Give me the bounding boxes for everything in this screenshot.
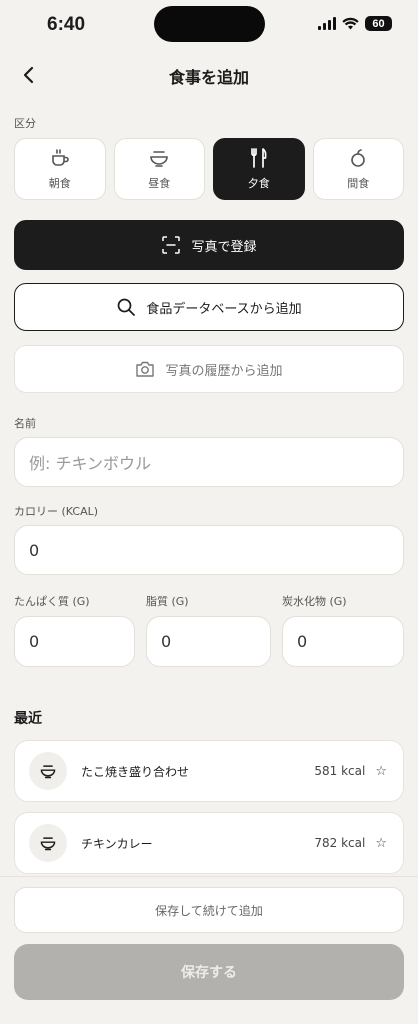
meal-option-breakfast[interactable]: 朝食 <box>14 138 106 200</box>
recent-item-name: たこ焼き盛り合わせ <box>81 764 190 779</box>
name-label: 名前 <box>14 417 36 430</box>
signal-icon <box>318 17 336 30</box>
food-database-button[interactable]: 食品データベースから追加 <box>14 283 404 331</box>
search-icon <box>117 298 136 316</box>
carb-label: 炭水化物 (G) <box>282 595 347 608</box>
bowl-icon <box>150 151 169 167</box>
recent-title: 最近 <box>14 711 42 727</box>
utensils-icon <box>250 148 267 168</box>
bowl-icon <box>40 765 56 779</box>
calorie-input[interactable]: 0 <box>14 525 404 575</box>
food-database-label: 食品データベースから追加 <box>146 301 302 317</box>
recent-item-icon <box>29 824 67 862</box>
wifi-icon <box>342 17 359 30</box>
recent-item-icon <box>29 752 67 790</box>
save-button[interactable]: 保存する <box>14 944 404 1000</box>
battery-icon: 60 <box>365 16 392 31</box>
meal-option-label: 昼食 <box>148 177 171 190</box>
recent-item-name: チキンカレー <box>81 836 153 851</box>
page-title: 食事を追加 <box>168 68 249 87</box>
protein-label: たんぱく質 (G) <box>14 595 90 608</box>
bowl-icon <box>40 837 56 851</box>
protein-input[interactable]: 0 <box>14 616 135 667</box>
status-bar: 6:40 60 <box>0 0 418 50</box>
recent-item-kcal: 782 kcal <box>314 836 366 850</box>
apple-icon <box>351 149 366 167</box>
status-icons: 60 <box>318 16 392 31</box>
fat-label: 脂質 (G) <box>146 595 189 608</box>
recent-item-kcal: 581 kcal <box>314 764 366 778</box>
recent-item[interactable]: チキンカレー 782 kcal ☆ <box>14 812 404 874</box>
meal-option-label: 朝食 <box>48 177 71 190</box>
fat-input[interactable]: 0 <box>146 616 271 667</box>
meal-option-dinner[interactable]: 夕食 <box>213 138 305 200</box>
dynamic-island <box>154 6 265 42</box>
meal-option-label: 夕食 <box>247 177 270 190</box>
camera-icon <box>136 361 155 377</box>
meal-type-selector: 朝食 昼食 夕食 間食 <box>14 138 404 200</box>
recent-item[interactable]: たこ焼き盛り合わせ 581 kcal ☆ <box>14 740 404 802</box>
calorie-label: カロリー (KCAL) <box>14 505 99 518</box>
save-and-continue-button[interactable]: 保存して続けて追加 <box>14 887 404 933</box>
star-icon[interactable]: ☆ <box>375 836 387 851</box>
name-input[interactable]: 例: チキンボウル <box>14 437 404 487</box>
meal-option-label: 間食 <box>347 177 370 190</box>
photo-history-label: 写真の履歴から追加 <box>165 363 283 379</box>
coffee-cup-icon <box>51 149 69 166</box>
nav-bar: 食事を追加 <box>0 60 418 90</box>
star-icon[interactable]: ☆ <box>375 764 387 779</box>
carb-input[interactable]: 0 <box>282 616 404 667</box>
status-time: 6:40 <box>47 14 86 35</box>
photo-history-button[interactable]: 写真の履歴から追加 <box>14 345 404 393</box>
scan-icon <box>162 236 181 254</box>
meal-option-lunch[interactable]: 昼食 <box>113 138 205 200</box>
photo-register-button[interactable]: 写真で登録 <box>14 220 404 270</box>
photo-register-label: 写真で登録 <box>191 239 257 255</box>
meal-type-label: 区分 <box>14 117 36 130</box>
meal-option-snack[interactable]: 間食 <box>312 138 404 200</box>
